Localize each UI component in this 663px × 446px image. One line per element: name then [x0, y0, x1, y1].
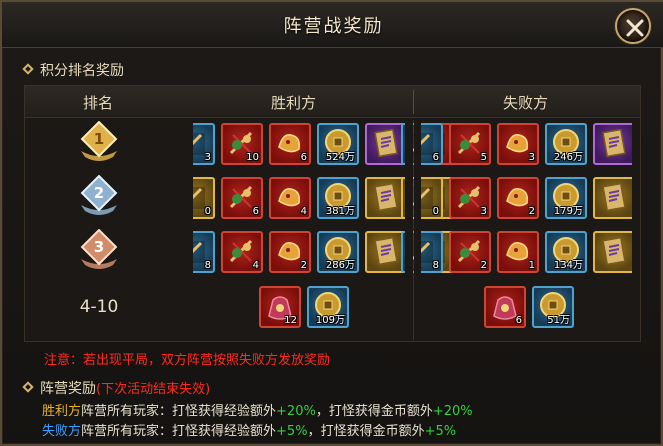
- winner-reward-item[interactable]: 524万: [317, 123, 359, 165]
- close-button[interactable]: [615, 8, 651, 44]
- window-title: 阵营战奖励: [283, 16, 384, 37]
- loser-reward-item[interactable]: 51万: [532, 286, 574, 328]
- item-quantity: 5: [480, 152, 487, 163]
- item-quantity: 10: [246, 152, 259, 163]
- item-quantity: 2: [528, 206, 535, 217]
- loser-camp-label: 失败方: [42, 424, 82, 439]
- loser-reward-item[interactable]: 3: [449, 177, 491, 219]
- item-quantity: 0: [204, 206, 211, 217]
- item-quantity: 6: [432, 152, 439, 163]
- tie-notice: 注意：若出现平局，双方阵营按照失败方发放奖励: [44, 353, 331, 368]
- bonus-text-part1: 阵营所有玩家：打怪获得经验额外: [81, 424, 277, 439]
- scroll-icon: [602, 128, 626, 158]
- loser-right-scroll-mask: [632, 119, 640, 279]
- loser-exp-bonus: +5%: [276, 424, 308, 439]
- item-quantity: 1: [528, 260, 535, 271]
- winner-reward-item[interactable]: 12: [259, 286, 301, 328]
- item-quantity: 6: [252, 206, 259, 217]
- loser-reward-item[interactable]: 1: [497, 231, 539, 273]
- bonus-text-part2: ，打怪获得金币额外: [307, 424, 425, 439]
- rank-reward-table: 排名 胜利方 失败方 1 3 10 6 524万 6 5 3 246万 2 0 6 4 381万 0 3 2 17…: [24, 85, 641, 342]
- scroll-icon: [374, 236, 398, 266]
- winner-right-scroll-mask: [405, 119, 413, 279]
- item-quantity: 179万: [553, 206, 583, 217]
- loser-reward-item[interactable]: [593, 123, 635, 165]
- item-quantity: 12: [284, 315, 297, 326]
- winner-reward-item[interactable]: 4: [221, 231, 263, 273]
- winner-camp-label: 胜利方: [42, 404, 82, 419]
- item-quantity: 0: [432, 206, 439, 217]
- loser-reward-item[interactable]: [593, 177, 635, 219]
- loser-reward-item[interactable]: [593, 231, 635, 273]
- diamond-bullet-icon: [22, 381, 34, 393]
- diamond-bullet-icon: [22, 63, 34, 75]
- item-quantity: 8: [204, 260, 211, 271]
- winner-reward-item[interactable]: 10: [221, 123, 263, 165]
- loser-reward-item[interactable]: 3: [497, 123, 539, 165]
- loser-gold-bonus: +5%: [424, 424, 457, 439]
- item-quantity: 51万: [547, 315, 570, 326]
- item-quantity: 524万: [325, 152, 355, 163]
- loser-reward-item[interactable]: 2: [449, 231, 491, 273]
- winner-bonus-line: 胜利方阵营所有玩家：打怪获得经验额外+20%，打怪获得金币额外+20%: [42, 400, 473, 419]
- scroll-icon: [374, 128, 398, 158]
- item-quantity: 109万: [315, 315, 345, 326]
- loser-reward-item[interactable]: 6: [484, 286, 526, 328]
- bonus-text-part1: 阵营所有玩家：打怪获得经验额外: [81, 404, 277, 419]
- close-icon: [626, 19, 644, 37]
- scroll-icon: [374, 182, 398, 212]
- winner-reward-item[interactable]: 109万: [307, 286, 349, 328]
- rank-label: 4-10: [79, 297, 119, 317]
- camp-section-header: 阵营奖励(下次活动结束失效): [22, 378, 211, 398]
- item-quantity: 2: [300, 260, 307, 271]
- rank-number: 2: [93, 184, 105, 202]
- winner-exp-bonus: +20%: [276, 404, 316, 419]
- camp-section-title: 阵营奖励: [40, 381, 96, 397]
- table-body: 1 3 10 6 524万 6 5 3 246万 2 0 6 4 381万 0 3 2 179万 3 8 4 2 286万 8…: [25, 86, 640, 341]
- item-quantity: 4: [300, 206, 307, 217]
- winner-reward-item[interactable]: 286万: [317, 231, 359, 273]
- item-quantity: 3: [480, 206, 487, 217]
- item-quantity: 8: [432, 260, 439, 271]
- item-quantity: 2: [480, 260, 487, 271]
- winner-gold-bonus: +20%: [432, 404, 473, 419]
- camp-section-subtitle: (下次活动结束失效): [96, 382, 211, 397]
- reward-window: 阵营战奖励 积分排名奖励 排名 胜利方 失败方 1 3 10 6 524万 6 5 3 246万…: [0, 0, 663, 446]
- item-quantity: 246万: [553, 152, 583, 163]
- scroll-icon: [602, 236, 626, 266]
- winner-reward-item[interactable]: 6: [221, 177, 263, 219]
- loser-bonus-line: 失败方阵营所有玩家：打怪获得经验额外+5%，打怪获得金币额外+5%: [42, 420, 456, 439]
- bonus-text-part2: ，打怪获得金币额外: [315, 404, 433, 419]
- winner-reward-item[interactable]: 4: [269, 177, 311, 219]
- loser-reward-item[interactable]: 179万: [545, 177, 587, 219]
- loser-reward-item[interactable]: 2: [497, 177, 539, 219]
- item-quantity: 3: [528, 152, 535, 163]
- item-quantity: 286万: [325, 260, 355, 271]
- loser-reward-item[interactable]: 246万: [545, 123, 587, 165]
- title-bar: 阵营战奖励: [2, 2, 663, 48]
- item-quantity: 6: [300, 152, 307, 163]
- loser-reward-item[interactable]: 134万: [545, 231, 587, 273]
- winner-reward-item[interactable]: 381万: [317, 177, 359, 219]
- loser-left-scroll-mask: [414, 119, 421, 279]
- rank-section-title: 积分排名奖励: [40, 63, 124, 79]
- item-quantity: 381万: [325, 206, 355, 217]
- item-quantity: 134万: [553, 260, 583, 271]
- scroll-icon: [602, 182, 626, 212]
- rank-section-header: 积分排名奖励: [22, 60, 124, 80]
- rank-number: 3: [93, 238, 105, 256]
- loser-reward-item[interactable]: 5: [449, 123, 491, 165]
- item-quantity: 6: [515, 315, 522, 326]
- winner-reward-item[interactable]: 6: [269, 123, 311, 165]
- winner-left-scroll-mask: [145, 119, 193, 279]
- item-quantity: 3: [204, 152, 211, 163]
- rank-number: 1: [93, 130, 105, 148]
- winner-reward-item[interactable]: 2: [269, 231, 311, 273]
- item-quantity: 4: [252, 260, 259, 271]
